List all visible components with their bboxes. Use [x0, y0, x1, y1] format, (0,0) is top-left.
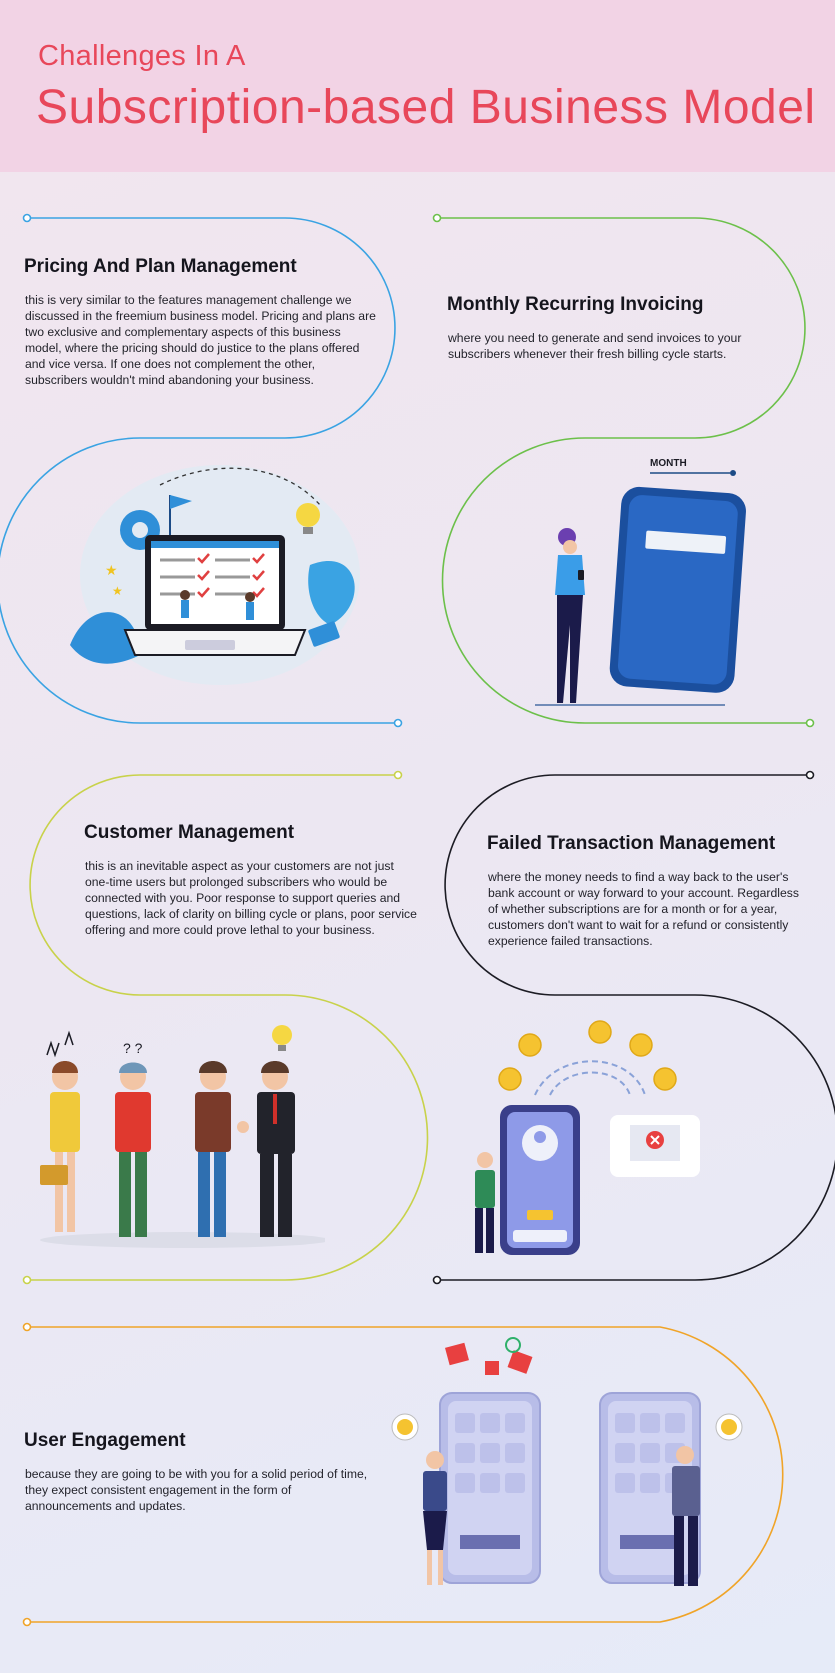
section-title-engagement: User Engagement: [24, 1430, 186, 1451]
question-marks: ? ?: [123, 1040, 143, 1056]
section-body-pricing: this is very similar to the features man…: [25, 293, 376, 387]
svg-text:★: ★: [112, 584, 123, 598]
laptop-checklist-illustration: ★ ★: [70, 465, 360, 685]
section-body-invoicing: where you need to generate and send invo…: [448, 331, 742, 361]
section-title-invoicing: Monthly Recurring Invoicing: [447, 294, 704, 315]
section-body-engagement: because they are going to be with you fo…: [25, 1467, 368, 1513]
svg-text:★: ★: [105, 562, 118, 578]
section-body-customer: this is an inevitable aspect as your cus…: [85, 859, 417, 937]
section-body-failed: where the money needs to find a way back…: [488, 870, 799, 948]
phone-month-illustration: MONTH: [535, 458, 746, 706]
customers-illustration: ? ?: [40, 1025, 325, 1248]
month-label: MONTH: [650, 458, 687, 469]
engagement-illustration: [391, 1337, 743, 1586]
failed-transaction-illustration: [475, 1020, 700, 1255]
section-title-customer: Customer Management: [84, 822, 295, 843]
section-title-pricing: Pricing And Plan Management: [24, 256, 297, 277]
section-title-failed: Failed Transaction Management: [487, 833, 776, 854]
